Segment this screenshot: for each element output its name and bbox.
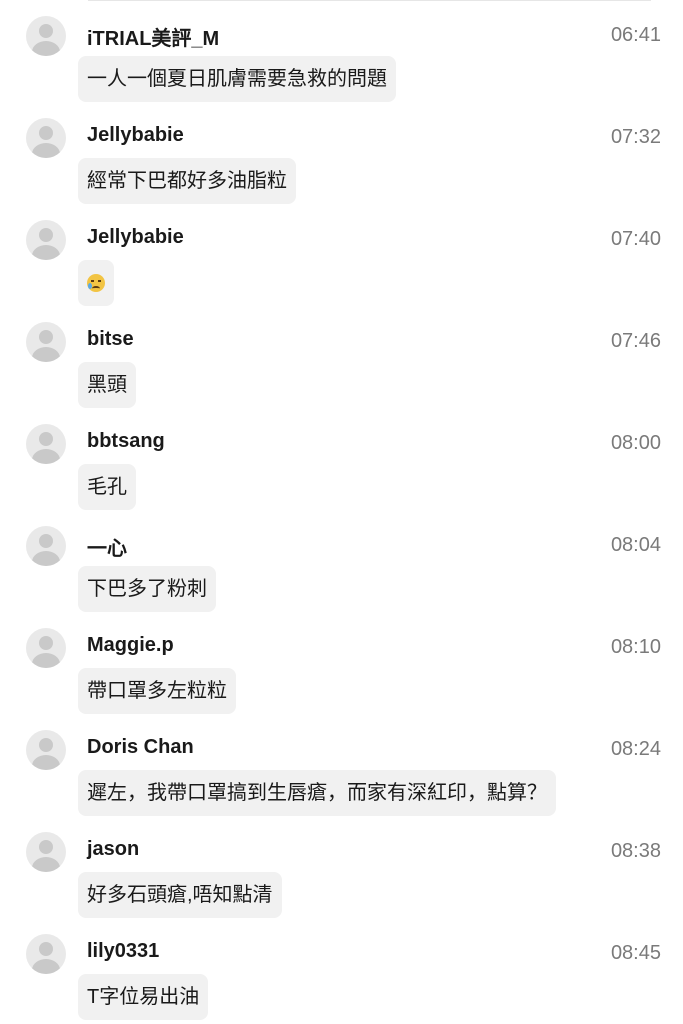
- message-bubble: 帶口罩多左粒粒: [78, 668, 236, 714]
- avatar-icon[interactable]: [26, 118, 66, 158]
- message-time: 08:38: [610, 840, 661, 862]
- username[interactable]: iTRIAL美評_M: [87, 22, 219, 51]
- username[interactable]: Jellybabie: [87, 226, 184, 249]
- message-bubble: 經常下巴都好多油脂粒: [78, 158, 296, 204]
- message-bubble: 下巴多了粉刺: [78, 566, 216, 612]
- avatar-icon[interactable]: [26, 220, 66, 260]
- avatar-icon[interactable]: [26, 628, 66, 668]
- username[interactable]: Doris Chan: [87, 736, 194, 759]
- username[interactable]: jason: [87, 838, 139, 861]
- message-bubble: 一人一個夏日肌膚需要急救的問題: [78, 56, 396, 102]
- message-item: Maggie.p 08:10 帶口罩多左粒粒: [0, 612, 683, 714]
- message-item: Doris Chan 08:24 遲左，我帶口罩搞到生唇瘡，而家有深紅印，點算？: [0, 714, 683, 816]
- message-bubble: 黑頭: [78, 362, 136, 408]
- username[interactable]: bitse: [87, 328, 134, 351]
- avatar-icon[interactable]: [26, 934, 66, 974]
- message-bubble: 好多石頭瘡,唔知點清: [78, 872, 282, 918]
- avatar-icon[interactable]: [26, 424, 66, 464]
- message-item: lily0331 08:45 T字位易出油: [0, 918, 683, 1020]
- message-bubble: [78, 260, 114, 306]
- username[interactable]: Maggie.p: [87, 634, 174, 657]
- message-bubble: 遲左，我帶口罩搞到生唇瘡，而家有深紅印，點算？: [78, 770, 556, 816]
- avatar-icon[interactable]: [26, 730, 66, 770]
- message-time: 08:04: [610, 534, 661, 556]
- message-time: 07:40: [610, 228, 661, 250]
- message-item: iTRIAL美評_M 06:41 一人一個夏日肌膚需要急救的問題: [0, 0, 683, 102]
- username[interactable]: bbtsang: [87, 430, 165, 453]
- message-item: jason 08:38 好多石頭瘡,唔知點清: [0, 816, 683, 918]
- username[interactable]: Jellybabie: [87, 124, 184, 147]
- message-time: 08:10: [610, 636, 661, 658]
- message-item: Jellybabie 07:32 經常下巴都好多油脂粒: [0, 102, 683, 204]
- crying-face-icon: [87, 274, 105, 292]
- message-time: 06:41: [610, 24, 661, 46]
- message-bubble: 毛孔: [78, 464, 136, 510]
- avatar-icon[interactable]: [26, 16, 66, 56]
- message-time: 07:32: [610, 126, 661, 148]
- avatar-icon[interactable]: [26, 832, 66, 872]
- message-item: bitse 07:46 黑頭: [0, 306, 683, 408]
- message-item: Jellybabie 07:40: [0, 204, 683, 306]
- avatar-icon[interactable]: [26, 322, 66, 362]
- message-bubble: T字位易出油: [78, 974, 209, 1020]
- message-item: bbtsang 08:00 毛孔: [0, 408, 683, 510]
- username[interactable]: lily0331: [87, 940, 159, 963]
- message-time: 08:24: [610, 738, 661, 760]
- message-time: 08:45: [610, 942, 661, 964]
- message-item: 一心 08:04 下巴多了粉刺: [0, 510, 683, 612]
- username[interactable]: 一心: [87, 532, 127, 561]
- message-time: 07:46: [610, 330, 661, 352]
- avatar-icon[interactable]: [26, 526, 66, 566]
- message-time: 08:00: [610, 432, 661, 454]
